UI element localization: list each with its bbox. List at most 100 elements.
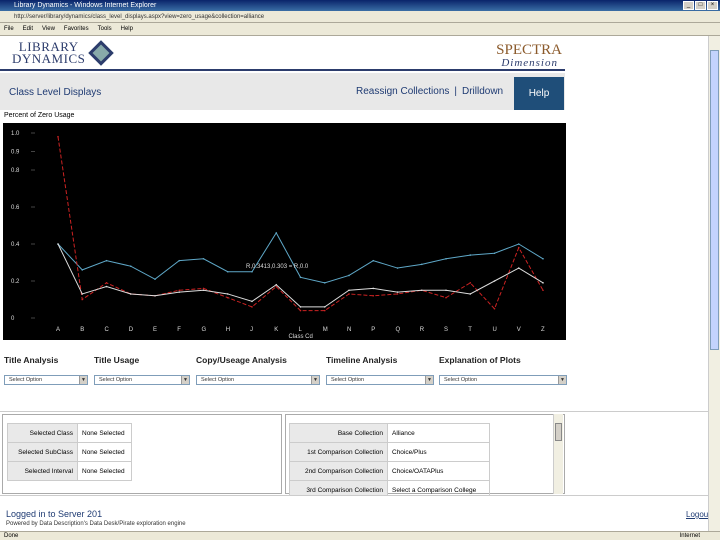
copy-usage-select[interactable]: Select Option ▼	[196, 375, 320, 385]
minimize-icon[interactable]: _	[683, 1, 694, 10]
nav-links: Reassign Collections | Drilldown	[356, 86, 503, 97]
x-tick-label: Q	[396, 327, 401, 333]
select-value: Select Option	[331, 377, 365, 383]
x-tick-label: M	[323, 327, 328, 333]
menu-view[interactable]: View	[42, 23, 55, 35]
menu-file[interactable]: File	[4, 23, 14, 35]
x-tick-label: L	[299, 327, 303, 333]
menu-edit[interactable]: Edit	[23, 23, 33, 35]
menu-favorites[interactable]: Favorites	[64, 23, 89, 35]
x-tick-label: F	[177, 327, 181, 333]
base-collection-value[interactable]: Alliance	[387, 423, 490, 443]
table-row: Selected Interval None Selected	[7, 461, 132, 481]
logout-link[interactable]: Logout	[686, 510, 708, 519]
header-divider	[0, 69, 565, 71]
nav-class-level-displays[interactable]: Class Level Displays	[9, 87, 101, 98]
copy-usage-heading: Copy/Useage Analysis	[196, 355, 287, 365]
data-point	[493, 280, 496, 282]
data-point	[251, 306, 253, 308]
data-point	[202, 258, 205, 260]
table-row: Base Collection Alliance	[289, 423, 490, 443]
data-point	[445, 258, 447, 260]
x-tick-label: A	[56, 327, 60, 333]
data-point	[251, 270, 253, 273]
first-comparison-label: 1st Comparison Collection	[289, 442, 388, 462]
title-usage-heading: Title Usage	[94, 355, 140, 365]
address-bar[interactable]: http://server/library/dynamics/class_lev…	[0, 11, 720, 23]
x-tick-label: S	[444, 327, 448, 333]
menu-tools[interactable]: Tools	[98, 23, 112, 35]
data-point	[299, 309, 302, 312]
data-point	[226, 296, 229, 299]
chevron-down-icon[interactable]: ▼	[558, 376, 566, 384]
select-value: Select Option	[201, 377, 235, 383]
chevron-down-icon[interactable]: ▼	[311, 376, 319, 384]
close-icon[interactable]: ×	[707, 1, 718, 10]
data-point	[251, 300, 253, 303]
window-title-bar: Library Dynamics - Windows Internet Expl…	[0, 0, 720, 11]
logo-text-left: LIBRARY DYNAMICS	[12, 39, 86, 66]
select-value: Select Option	[444, 377, 478, 383]
data-point	[517, 243, 520, 245]
x-tick-label: T	[468, 327, 472, 333]
title-usage-select[interactable]: Select Option ▼	[94, 375, 190, 385]
collections-table: Base Collection Alliance 1st Comparison C…	[289, 423, 490, 500]
data-point	[154, 295, 156, 297]
selected-interval-label: Selected Interval	[7, 461, 78, 481]
second-comparison-label: 2nd Comparison Collection	[289, 461, 388, 481]
page-content: LIBRARY DYNAMICS S P E C T R A Dimension Class…	[0, 36, 708, 531]
x-tick-label: H	[226, 327, 230, 333]
title-analysis-heading: Title Analysis	[4, 355, 59, 365]
data-point	[154, 278, 156, 280]
y-tick-label: 1.0	[11, 131, 20, 137]
x-tick-label: P	[371, 327, 375, 333]
chevron-down-icon[interactable]: ▼	[181, 376, 189, 384]
address-text[interactable]: http://server/library/dynamics/class_lev…	[14, 14, 264, 20]
selected-class-value: None Selected	[77, 423, 132, 443]
page-scrollbar[interactable]	[708, 36, 720, 531]
timeline-analysis-select[interactable]: Select Option ▼	[326, 375, 434, 385]
title-analysis-select[interactable]: Select Option ▼	[4, 375, 88, 385]
data-point	[542, 258, 544, 260]
x-tick-label: K	[274, 327, 278, 333]
help-button[interactable]: Help	[514, 77, 564, 110]
y-tick-label: 0.2	[11, 279, 20, 285]
selected-class-label: Selected Class	[7, 423, 78, 443]
x-tick-label: D	[129, 327, 134, 333]
data-point	[396, 267, 399, 269]
data-point	[178, 289, 181, 292]
scroll-thumb[interactable]	[555, 423, 562, 441]
menu-help[interactable]: Help	[121, 23, 133, 35]
chevron-down-icon[interactable]: ▼	[79, 376, 87, 384]
chevron-down-icon[interactable]: ▼	[425, 376, 433, 384]
data-point	[542, 282, 544, 284]
collections-scrollbar[interactable]	[553, 414, 563, 494]
data-point	[105, 259, 108, 262]
first-comparison-value[interactable]: Choice/Plus	[387, 442, 490, 462]
series-line	[57, 136, 544, 312]
maximize-icon[interactable]: □	[695, 1, 706, 10]
y-tick-label: 0.8	[11, 168, 20, 174]
explanation-select[interactable]: Select Option ▼	[439, 375, 567, 385]
y-tick-label: 0	[11, 316, 15, 322]
data-point	[226, 293, 229, 295]
data-point	[372, 259, 375, 262]
data-point	[396, 293, 399, 295]
window-controls: _ □ ×	[683, 1, 718, 10]
x-tick-label: C	[105, 327, 110, 333]
window-title: Library Dynamics - Windows Internet Expl…	[14, 2, 157, 9]
table-row: Selected SubClass None Selected	[7, 442, 132, 462]
data-point	[517, 246, 520, 249]
data-point	[323, 309, 326, 312]
section-divider	[0, 411, 708, 412]
data-point	[129, 265, 132, 267]
dimension-logo: Dimension	[501, 57, 558, 69]
explanation-heading: Explanation of Plots	[439, 355, 521, 365]
timeline-analysis-heading: Timeline Analysis	[326, 355, 398, 365]
second-comparison-value[interactable]: Choice/OATAPlus	[387, 461, 490, 481]
scroll-thumb[interactable]	[710, 50, 719, 350]
nav-reassign-collections[interactable]: Reassign Collections	[356, 86, 449, 97]
nav-drilldown[interactable]: Drilldown	[462, 86, 503, 97]
data-point	[81, 293, 84, 295]
selection-table: Selected Class None Selected Selected Sub…	[7, 423, 132, 481]
